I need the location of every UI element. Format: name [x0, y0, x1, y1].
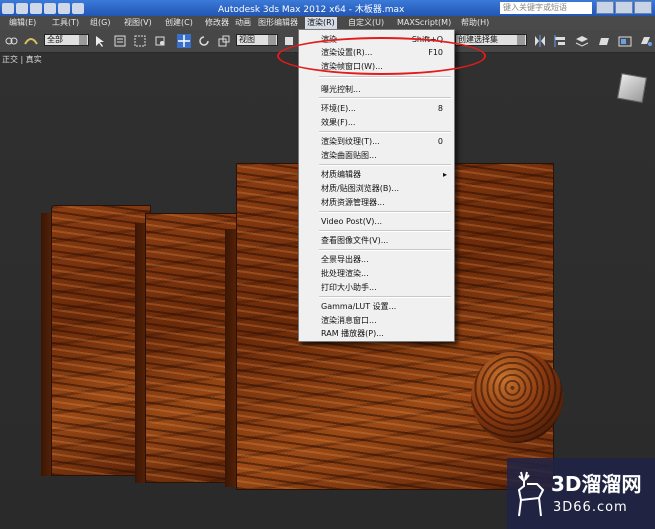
deer-logo-icon — [517, 471, 545, 517]
menu-item-render-surface-map[interactable]: 渲染曲面贴图... — [300, 149, 453, 162]
viewcube-icon[interactable] — [616, 72, 648, 104]
render-setup-icon[interactable] — [597, 34, 611, 48]
menu-item-gamma-lut-setup[interactable]: Gamma/LUT 设置... — [300, 300, 453, 313]
menu-item-panorama-exporter[interactable]: 全景导出器... — [300, 253, 453, 266]
menu-customize[interactable]: 自定义(U) — [346, 17, 386, 29]
window-title: Autodesk 3ds Max 2012 x64 - 木板器.max — [218, 5, 405, 15]
align-icon[interactable] — [553, 34, 567, 48]
minimize-button[interactable] — [596, 1, 614, 14]
menu-item-video-post[interactable]: Video Post(V)... — [300, 215, 453, 228]
menu-view[interactable]: 视图(V) — [122, 17, 154, 29]
render-production-icon[interactable] — [639, 34, 653, 48]
select-object-icon[interactable] — [93, 34, 107, 48]
undo-icon[interactable] — [58, 2, 70, 14]
menu-separator — [319, 76, 451, 78]
menu-item-environment[interactable]: 环境(E)... 8 — [300, 102, 453, 115]
menu-graph-editors[interactable]: 图形编辑器 — [256, 17, 300, 29]
watermark-title: 3D溜溜网 — [551, 472, 642, 496]
maximize-button[interactable] — [615, 1, 633, 14]
help-search-input[interactable]: 键入关键字或短语 — [500, 2, 592, 14]
select-by-name-icon[interactable] — [113, 34, 127, 48]
menu-help[interactable]: 帮助(H) — [459, 17, 491, 29]
menu-separator — [319, 97, 451, 99]
menu-item-render-to-texture[interactable]: 渲染到纹理(T)... 0 — [300, 135, 453, 148]
rectangular-selection-icon[interactable] — [133, 34, 147, 48]
select-link-icon[interactable] — [4, 34, 18, 48]
chevron-down-icon — [268, 35, 276, 45]
menu-item-print-size-assistant[interactable]: 打印大小助手... — [300, 281, 453, 294]
wood-sphere — [471, 351, 563, 443]
menu-maxscript[interactable]: MAXScript(M) — [395, 17, 453, 29]
menu-edit[interactable]: 编辑(E) — [7, 17, 38, 29]
menu-item-batch-render[interactable]: 批处理渲染... — [300, 267, 453, 280]
chevron-down-icon — [79, 35, 87, 45]
menu-animation[interactable]: 动画 — [233, 17, 253, 29]
menu-rendering[interactable]: 渲染(R) — [305, 17, 337, 29]
quick-access-toolbar — [0, 0, 84, 16]
menu-tools[interactable]: 工具(T) — [50, 17, 81, 29]
move-icon[interactable] — [177, 34, 191, 48]
menu-separator — [319, 230, 451, 232]
menu-separator — [319, 249, 451, 251]
menu-separator — [319, 211, 451, 213]
new-file-icon[interactable] — [16, 2, 28, 14]
menu-item-render-message-window[interactable]: 渲染消息窗口... — [300, 314, 453, 327]
redo-icon[interactable] — [72, 2, 84, 14]
menu-group[interactable]: 组(G) — [88, 17, 112, 29]
menu-item-material-explorer[interactable]: 材质资源管理器... — [300, 196, 453, 209]
watermark-logo: 3D溜溜网 3D66.com — [507, 458, 655, 529]
watermark-subtitle: 3D66.com — [553, 500, 628, 515]
menu-item-material-map-browser[interactable]: 材质/贴图浏览器(B)... — [300, 182, 453, 195]
submenu-arrow-icon: ▸ — [442, 170, 447, 179]
menu-item-material-editor[interactable]: 材质编辑器 ▸ — [300, 168, 453, 181]
window-crossing-icon[interactable] — [153, 34, 167, 48]
menu-separator — [319, 131, 451, 133]
selection-filter-dropdown[interactable]: 全部 — [44, 34, 89, 46]
title-bar: Autodesk 3ds Max 2012 x64 - 木板器.max 键入关键… — [0, 0, 655, 16]
menu-separator — [319, 164, 451, 166]
rendering-menu: 渲染 Shift+Q 渲染设置(R)... F10 渲染帧窗口(W)... 曝光控制… — [298, 29, 455, 342]
close-button[interactable] — [634, 1, 652, 14]
scale-icon[interactable] — [217, 34, 231, 48]
reference-coordinate-dropdown[interactable]: 视图 — [236, 34, 278, 46]
open-file-icon[interactable] — [30, 2, 42, 14]
menu-modifiers[interactable]: 修改器 — [203, 17, 231, 29]
menu-item-ram-player[interactable]: RAM 播放器(P)... — [300, 327, 453, 340]
rendered-frame-window-icon[interactable] — [618, 34, 632, 48]
highlight-ellipse-annotation — [277, 37, 486, 75]
menu-item-exposure-control[interactable]: 曝光控制... — [300, 83, 453, 96]
menu-item-view-image-file[interactable]: 查看图像文件(V)... — [300, 234, 453, 247]
bind-space-warp-icon[interactable] — [24, 34, 38, 48]
viewport-label[interactable]: 正交 | 真实 — [2, 54, 42, 65]
layer-manager-icon[interactable] — [575, 34, 589, 48]
menu-create[interactable]: 创建(C) — [163, 17, 195, 29]
chevron-down-icon — [517, 35, 525, 45]
rotate-icon[interactable] — [197, 34, 211, 48]
menu-separator — [319, 296, 451, 298]
mirror-icon[interactable] — [533, 34, 547, 48]
menu-item-effects[interactable]: 效果(F)... — [300, 116, 453, 129]
save-file-icon[interactable] — [44, 2, 56, 14]
app-logo-icon[interactable] — [2, 2, 14, 14]
